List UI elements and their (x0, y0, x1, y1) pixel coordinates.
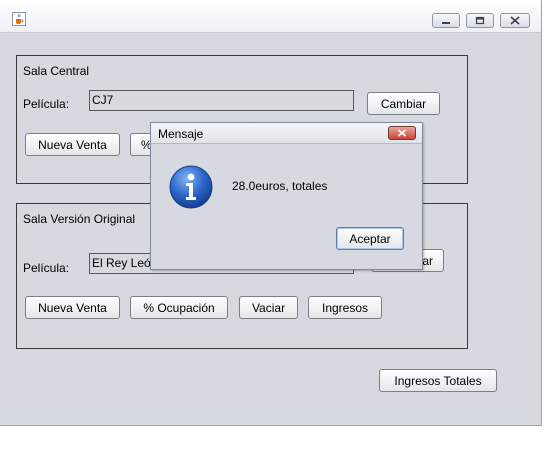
dialog-title: Mensaje (158, 127, 204, 141)
nueva-venta-button[interactable]: Nueva Venta (25, 133, 120, 156)
cambiar-button[interactable]: Cambiar (367, 92, 440, 115)
dialog-title-bar: Mensaje (151, 123, 422, 144)
maximize-icon (475, 16, 485, 25)
close-button[interactable] (500, 13, 530, 28)
ingresos-totales-button[interactable]: Ingresos Totales (379, 369, 497, 392)
minimize-button[interactable] (432, 13, 460, 28)
info-icon (169, 165, 213, 209)
nueva-venta-button[interactable]: Nueva Venta (25, 296, 120, 319)
pelicula-label: Película: (23, 261, 70, 275)
sala-central-title: Sala Central (23, 64, 90, 78)
maximize-button[interactable] (466, 13, 494, 28)
dialog-message: 28.0euros, totales (232, 179, 328, 193)
pelicula-label: Película: (23, 97, 70, 111)
close-icon (397, 129, 407, 137)
title-bar (0, 0, 541, 33)
message-dialog: Mensaje 28.0euros, totales Aceptar (150, 122, 423, 270)
vaciar-button[interactable]: Vaciar (239, 296, 298, 319)
ocupacion-button[interactable]: % Ocupación (130, 296, 228, 319)
main-window: Sala Central Película: CJ7 Cambiar Nueva… (0, 0, 542, 426)
close-icon (510, 16, 520, 25)
ingresos-button[interactable]: Ingresos (308, 296, 382, 319)
dialog-close-button[interactable] (388, 126, 416, 140)
pelicula-field[interactable]: CJ7 (89, 90, 354, 111)
java-cup-icon (12, 12, 26, 26)
sala-vo-title: Sala Versión Original (23, 212, 136, 226)
minimize-icon (442, 22, 450, 24)
aceptar-button[interactable]: Aceptar (336, 227, 404, 250)
